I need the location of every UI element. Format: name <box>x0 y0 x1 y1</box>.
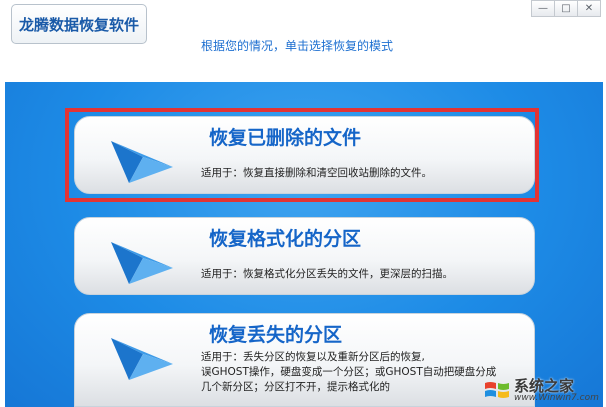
option-title: 恢复丢失的分区 <box>209 324 343 346</box>
option-recover-lost-partition[interactable]: 恢复丢失的分区 适用于：丢失分区的恢复以及重新分区后的恢复, 误GHOST操作，… <box>74 313 535 407</box>
arrow-icon <box>111 338 173 380</box>
option-recover-formatted-partition[interactable]: 恢复格式化的分区 适用于：恢复格式化分区丢失的文件，更深层的扫描。 <box>74 217 535 295</box>
close-button[interactable]: ✕ <box>577 0 601 17</box>
description-line: 适用于：丢失分区的恢复以及重新分区后的恢复, <box>201 351 425 363</box>
description-line: 几个新分区；分区打不开，提示格式化的 <box>201 381 390 393</box>
minimize-button[interactable]: — <box>531 0 555 17</box>
window-controls: — □ ✕ <box>531 0 601 17</box>
option-description: 适用于：丢失分区的恢复以及重新分区后的恢复, 误GHOST操作，硬盘变成一个分区… <box>201 350 496 395</box>
instruction-text: 根据您的情况，单击选择恢复的模式 <box>201 39 394 53</box>
option-title: 恢复格式化的分区 <box>209 228 362 250</box>
description-line: 误GHOST操作，硬盘变成一个分区；或GHOST自动把硬盘分成 <box>201 366 497 378</box>
arrow-icon <box>111 242 173 284</box>
app-window: 龙腾数据恢复软件 根据您的情况，单击选择恢复的模式 — □ ✕ 恢复已删除的文件… <box>0 0 606 407</box>
watermark: 系统之家 www.Winwin7.com <box>484 375 602 405</box>
option-description: 适用于：恢复格式化分区丢失的文件，更深层的扫描。 <box>201 268 453 280</box>
windows-logo-icon <box>485 382 509 398</box>
watermark-url: www.Winwin7.com <box>514 393 599 403</box>
selection-highlight <box>65 108 539 202</box>
maximize-button[interactable]: □ <box>554 0 578 17</box>
header: 龙腾数据恢复软件 根据您的情况，单击选择恢复的模式 — □ ✕ <box>5 0 603 82</box>
app-title: 龙腾数据恢复软件 <box>11 4 147 44</box>
